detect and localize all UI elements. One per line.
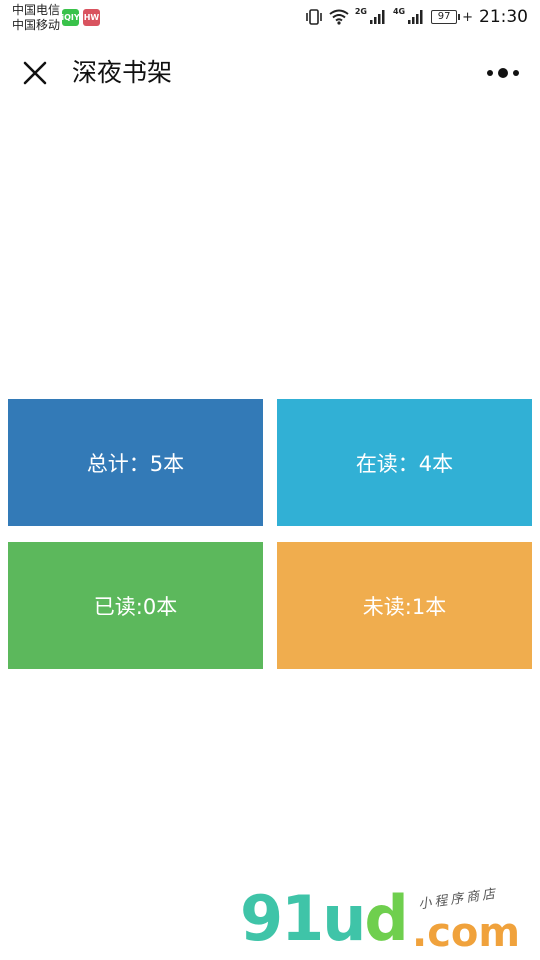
- battery-level: 97: [431, 10, 458, 24]
- watermark-tagline: 小程序商店: [417, 886, 499, 913]
- watermark-logo: 91ud .com 小程序商店: [240, 884, 540, 960]
- reading-books-label: 在读：4本: [355, 451, 454, 476]
- more-dot: [498, 68, 508, 78]
- battery-icon: 97 +: [431, 10, 473, 25]
- iqiyi-icon: iQIY: [61, 9, 80, 26]
- more-dot: [513, 70, 519, 76]
- clock: 21:30: [479, 7, 528, 27]
- unread-books-tile[interactable]: 未读:1本: [277, 542, 532, 669]
- more-dot: [487, 70, 493, 76]
- reading-books-tile[interactable]: 在读：4本: [277, 399, 532, 526]
- total-books-label: 总计：5本: [86, 451, 185, 476]
- carrier-2: 中国移动: [12, 18, 61, 32]
- status-bar: 中国电信 中国移动 iQIY HW 2G 4G 97 + 21:30: [0, 0, 540, 36]
- charging-icon: +: [462, 9, 473, 25]
- signal-icon: [408, 10, 423, 24]
- status-right: 2G 4G 97 + 21:30: [305, 7, 528, 27]
- network-2g-label: 2G: [354, 6, 367, 16]
- watermark-logo-main: 91ud: [240, 882, 409, 955]
- navigation-bar: 深夜书架: [0, 48, 540, 98]
- carrier-info: 中国电信 中国移动: [12, 3, 60, 33]
- notification-icons: iQIY HW: [61, 9, 100, 26]
- network-4g-label: 4G: [392, 6, 406, 16]
- wifi-icon: [329, 9, 349, 25]
- huawei-icon: HW: [83, 9, 100, 26]
- carrier-1: 中国电信: [12, 3, 61, 17]
- close-icon[interactable]: [20, 58, 50, 88]
- more-icon[interactable]: [486, 60, 520, 86]
- page-title: 深夜书架: [72, 58, 173, 87]
- read-books-label: 已读:0本: [93, 594, 178, 619]
- read-books-tile[interactable]: 已读:0本: [8, 542, 263, 669]
- watermark-logo-com: .com: [412, 910, 521, 956]
- signal-icon: [369, 10, 385, 24]
- vibrate-icon: [306, 9, 322, 25]
- total-books-tile[interactable]: 总计：5本: [8, 399, 263, 526]
- unread-books-label: 未读:1本: [362, 594, 447, 619]
